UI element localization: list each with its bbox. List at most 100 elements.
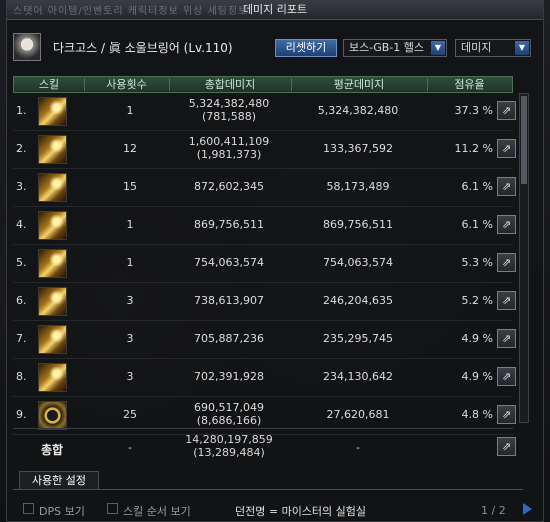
row-share: 11.2 % bbox=[454, 142, 493, 155]
skill-icon[interactable] bbox=[38, 401, 67, 430]
row-rank: 2. bbox=[16, 142, 27, 155]
skill-icon[interactable] bbox=[38, 135, 67, 164]
skill-order-checkbox[interactable] bbox=[107, 503, 118, 514]
row-share: 4.8 % bbox=[461, 408, 493, 421]
table-row: 5. 1 754,063,574 754,063,574 5.3 % ⇗ bbox=[13, 245, 516, 283]
table-header: 스킬 사용횟수 총합데미지 평균데미지 점유율 bbox=[13, 76, 513, 93]
character-name: 다크고스 / 眞 소울브링어 (Lv.110) bbox=[53, 41, 233, 55]
row-share: 4.9 % bbox=[461, 332, 493, 345]
row-total-sub: (1,981,373) bbox=[196, 148, 262, 161]
total-damage-value: 14,280,197,859 bbox=[185, 433, 273, 446]
share-icon[interactable]: ⇗ bbox=[497, 139, 516, 158]
boss-select[interactable]: 보스-GB-1 헬스 ▼ bbox=[343, 39, 447, 57]
dps-checkbox[interactable] bbox=[23, 503, 34, 514]
table-scrollbar[interactable] bbox=[519, 93, 529, 423]
dps-label: DPS 보기 bbox=[39, 505, 85, 518]
row-uses: 3 bbox=[126, 332, 134, 345]
avatar bbox=[13, 33, 41, 61]
row-rank: 6. bbox=[16, 294, 27, 307]
row-avg: 869,756,511 bbox=[323, 218, 393, 231]
col-share: 점유율 bbox=[454, 78, 485, 91]
row-total-sub: (781,588) bbox=[201, 110, 257, 123]
row-rank: 1. bbox=[16, 104, 27, 117]
skill-icon[interactable] bbox=[38, 97, 67, 126]
title-bar[interactable]: 스탯어 아이템/인벤토리 캐릭터정보 위상 세팅정보 데미지 리포트 bbox=[7, 1, 543, 20]
row-rank: 3. bbox=[16, 180, 27, 193]
share-icon[interactable]: ⇗ bbox=[497, 101, 516, 120]
metric-select[interactable]: 데미지 ▼ bbox=[455, 39, 531, 57]
row-uses: 12 bbox=[123, 142, 137, 155]
damage-report-window: 스탯어 아이템/인벤토리 캐릭터정보 위상 세팅정보 데미지 리포트 다크고스 … bbox=[6, 0, 544, 522]
total-avg: - bbox=[356, 441, 360, 454]
row-share: 4.9 % bbox=[461, 370, 493, 383]
row-total: 1,600,411,109 (1,981,373) bbox=[173, 135, 285, 161]
total-damage-sub: (13,289,484) bbox=[193, 446, 265, 459]
share-icon[interactable]: ⇗ bbox=[497, 329, 516, 348]
row-uses: 15 bbox=[123, 180, 137, 193]
row-total: 754,063,574 bbox=[194, 256, 264, 269]
row-rank: 7. bbox=[16, 332, 27, 345]
bottom-bar: DPS 보기 스킬 순서 보기 던전명 = 마이스터의 실험실 1 / 2 bbox=[13, 499, 539, 519]
skill-icon[interactable] bbox=[38, 325, 67, 354]
row-avg: 754,063,574 bbox=[323, 256, 393, 269]
skill-icon[interactable] bbox=[38, 211, 67, 240]
share-icon[interactable]: ⇗ bbox=[497, 253, 516, 272]
row-rank: 9. bbox=[16, 408, 27, 421]
table-row: 6. 3 738,613,907 246,204,635 5.2 % ⇗ bbox=[13, 283, 516, 321]
row-uses: 1 bbox=[126, 104, 134, 117]
row-avg: 246,204,635 bbox=[323, 294, 393, 307]
page-indicator: 1 / 2 bbox=[481, 504, 506, 517]
share-icon[interactable]: ⇗ bbox=[497, 405, 516, 424]
skill-icon[interactable] bbox=[38, 249, 67, 278]
chevron-down-icon: ▼ bbox=[431, 41, 445, 55]
row-avg: 58,173,489 bbox=[326, 180, 390, 193]
row-uses: 1 bbox=[126, 218, 134, 231]
skill-icon[interactable] bbox=[38, 287, 67, 316]
tab-used-settings[interactable]: 사용한 설정 bbox=[19, 471, 99, 489]
share-icon[interactable]: ⇗ bbox=[497, 215, 516, 234]
share-icon[interactable]: ⇗ bbox=[497, 437, 516, 456]
row-total: 702,391,928 bbox=[194, 370, 264, 383]
row-share: 37.3 % bbox=[454, 104, 493, 117]
table-row: 1. 1 5,324,382,480 (781,588) 5,324,382,48… bbox=[13, 93, 516, 131]
table-row: 2. 12 1,600,411,109 (1,981,373) 133,367,5… bbox=[13, 131, 516, 169]
row-total-value: 690,517,049 bbox=[194, 401, 264, 414]
background-tabs: 스탯어 아이템/인벤토리 캐릭터정보 위상 세팅정보 bbox=[13, 6, 249, 17]
row-avg: 234,130,642 bbox=[323, 370, 393, 383]
scroll-thumb[interactable] bbox=[521, 96, 527, 184]
col-uses: 사용횟수 bbox=[106, 78, 147, 91]
row-total-value: 5,324,382,480 bbox=[188, 97, 270, 110]
share-icon[interactable]: ⇗ bbox=[497, 177, 516, 196]
total-label: 총합 bbox=[41, 443, 64, 457]
row-total: 5,324,382,480 (781,588) bbox=[173, 97, 285, 123]
row-rank: 4. bbox=[16, 218, 27, 231]
row-total: 869,756,511 bbox=[194, 218, 264, 231]
row-total-value: 1,600,411,109 bbox=[188, 135, 270, 148]
reset-button[interactable]: 리셋하기 bbox=[275, 39, 337, 57]
share-icon[interactable]: ⇗ bbox=[497, 367, 516, 386]
row-rank: 5. bbox=[16, 256, 27, 269]
row-total-sub: (8,686,166) bbox=[196, 414, 262, 427]
skill-icon[interactable] bbox=[38, 363, 67, 392]
row-uses: 3 bbox=[126, 294, 134, 307]
table-row: 7. 3 705,887,236 235,295,745 4.9 % ⇗ bbox=[13, 321, 516, 359]
row-share: 5.2 % bbox=[461, 294, 493, 307]
row-share: 6.1 % bbox=[461, 218, 493, 231]
report-header: 다크고스 / 眞 소울브링어 (Lv.110) 리셋하기 보스-GB-1 헬스 … bbox=[7, 31, 543, 65]
row-share: 6.1 % bbox=[461, 180, 493, 193]
col-total: 총합데미지 bbox=[204, 78, 256, 91]
row-avg: 5,324,382,480 bbox=[317, 104, 399, 117]
row-uses: 1 bbox=[126, 256, 134, 269]
share-icon[interactable]: ⇗ bbox=[497, 291, 516, 310]
total-uses: - bbox=[128, 441, 132, 454]
total-row: 총합 - 14,280,197,859 (13,289,484) - ⇗ bbox=[13, 428, 516, 466]
table-row: 8. 3 702,391,928 234,130,642 4.9 % ⇗ bbox=[13, 359, 516, 397]
row-total: 738,613,907 bbox=[194, 294, 264, 307]
next-page-icon[interactable] bbox=[523, 503, 532, 515]
window-title: 데미지 리포트 bbox=[242, 3, 308, 16]
skill-order-label: 스킬 순서 보기 bbox=[123, 505, 191, 518]
boss-select-value: 보스-GB-1 헬스 bbox=[349, 41, 424, 54]
row-avg: 235,295,745 bbox=[323, 332, 393, 345]
metric-select-value: 데미지 bbox=[461, 41, 492, 54]
skill-icon[interactable] bbox=[38, 173, 67, 202]
